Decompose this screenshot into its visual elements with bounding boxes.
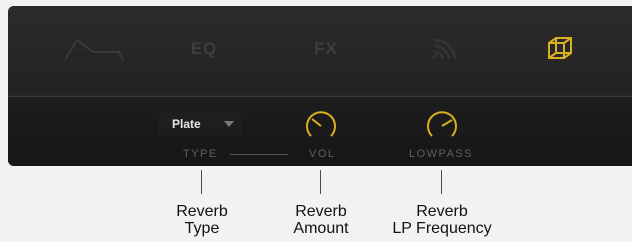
delay-waves-icon <box>432 38 457 60</box>
envelope-icon <box>64 38 124 61</box>
type-label: TYPE <box>183 148 218 160</box>
type-separator <box>230 154 288 155</box>
reverb-type-value: Plate <box>172 117 201 131</box>
callout-reverb-frequency: Reverb LP Frequency <box>382 203 502 237</box>
tab-envelope[interactable] <box>54 32 134 66</box>
callout-type-line1: Reverb <box>176 203 228 220</box>
reverb-volume-knob[interactable] <box>303 108 339 144</box>
tab-bar: EQ FX <box>8 6 632 92</box>
callout-reverb-amount: Reverb Amount <box>261 203 381 237</box>
tab-eq[interactable]: EQ <box>164 32 244 66</box>
reverb-type-select[interactable]: Plate <box>158 113 242 135</box>
callout-type-line2: Type <box>184 220 220 237</box>
tab-reverb[interactable] <box>520 32 600 66</box>
reverb-lowpass-knob[interactable] <box>424 108 460 144</box>
chevron-down-icon <box>224 121 234 127</box>
tab-fx[interactable]: FX <box>286 32 366 66</box>
callout-frequency-line2: LP Frequency <box>392 220 492 237</box>
callout-amount-line1: Reverb <box>295 203 347 220</box>
tab-eq-label: EQ <box>190 39 218 58</box>
callout-line-amount <box>320 170 321 194</box>
tab-delay[interactable] <box>404 32 484 66</box>
tab-fx-label: FX <box>314 39 338 58</box>
callout-line-type <box>201 170 202 194</box>
lowpass-label: LOWPASS <box>409 148 474 160</box>
callout-reverb-type: Reverb Type <box>142 203 262 237</box>
callout-line-frequency <box>441 170 442 194</box>
vol-label: VOL <box>309 148 336 160</box>
callout-amount-line2: Amount <box>293 220 349 237</box>
reverb-cube-icon <box>548 37 572 59</box>
callout-frequency-line1: Reverb <box>416 203 468 220</box>
